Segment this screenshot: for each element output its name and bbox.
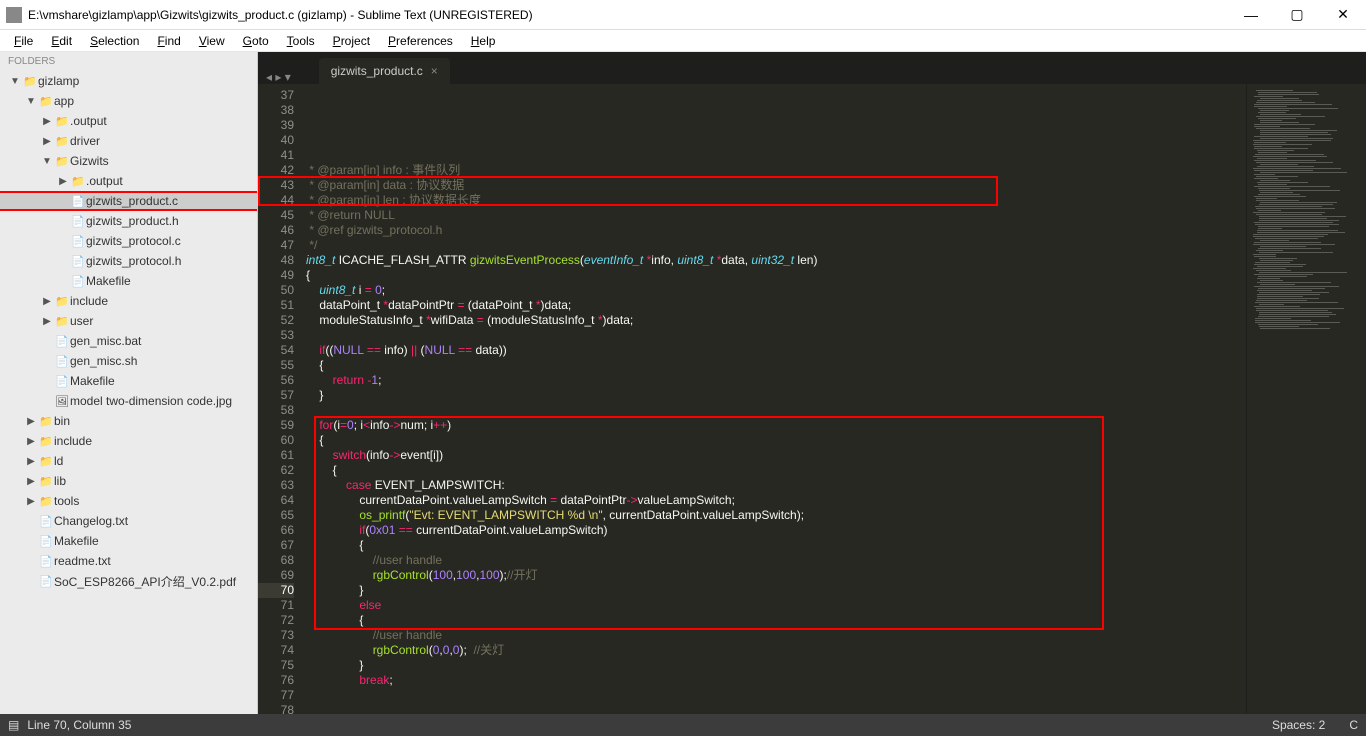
statusbar: ▤ Line 70, Column 35 Spaces: 2 C: [0, 714, 1366, 736]
menu-file[interactable]: File: [8, 32, 39, 50]
tab-active[interactable]: gizwits_product.c ×: [319, 58, 450, 84]
tab-label: gizwits_product.c: [331, 64, 423, 78]
tab-nav[interactable]: ◂ ▸ ▾: [258, 70, 299, 84]
tree-item[interactable]: ▼📁app: [0, 91, 257, 111]
tree-item[interactable]: 📄Makefile: [0, 371, 257, 391]
menu-tools[interactable]: Tools: [281, 32, 321, 50]
tree-item[interactable]: ▶📁user: [0, 311, 257, 331]
status-indentation[interactable]: Spaces: 2: [1272, 718, 1325, 732]
menu-find[interactable]: Find: [151, 32, 186, 50]
code-area[interactable]: * @param[in] info : 事件队列 * @param[in] da…: [306, 84, 1246, 714]
tree-item[interactable]: ▶📁bin: [0, 411, 257, 431]
titlebar: E:\vmshare\gizlamp\app\Gizwits\gizwits_p…: [0, 0, 1366, 30]
tree-item[interactable]: ▼📁Gizwits: [0, 151, 257, 171]
sidebar-toggle-icon[interactable]: ▤: [8, 718, 19, 732]
tab-bar: ◂ ▸ ▾ gizwits_product.c ×: [258, 52, 1366, 84]
tree-item[interactable]: ▶📁lib: [0, 471, 257, 491]
tree-item[interactable]: 📄gizwits_product.c: [0, 191, 258, 211]
tree-item[interactable]: ▶📁include: [0, 431, 257, 451]
tree-item[interactable]: ▶📁include: [0, 291, 257, 311]
editor: ◂ ▸ ▾ gizwits_product.c × 37383940414243…: [258, 52, 1366, 714]
menubar: File Edit Selection Find View Goto Tools Projec…: [0, 30, 1366, 52]
minimap[interactable]: [1246, 84, 1366, 714]
tree-item[interactable]: 📄SoC_ESP8266_API介绍_V0.2.pdf: [0, 571, 257, 591]
menu-view[interactable]: View: [193, 32, 231, 50]
status-syntax[interactable]: C: [1349, 718, 1358, 732]
tree-item[interactable]: 📄Changelog.txt: [0, 511, 257, 531]
menu-goto[interactable]: Goto: [237, 32, 275, 50]
menu-help[interactable]: Help: [465, 32, 502, 50]
tree-item[interactable]: ▶📁.output: [0, 171, 257, 191]
menu-selection[interactable]: Selection: [84, 32, 145, 50]
tree-item[interactable]: ▶📁ld: [0, 451, 257, 471]
sidebar-header: FOLDERS: [0, 52, 257, 71]
minimize-button[interactable]: —: [1228, 0, 1274, 30]
tree-item[interactable]: 📄Makefile: [0, 531, 257, 551]
window-title: E:\vmshare\gizlamp\app\Gizwits\gizwits_p…: [28, 8, 1228, 22]
tree-item[interactable]: ▼📁gizlamp: [0, 71, 257, 91]
tree-item[interactable]: 📄readme.txt: [0, 551, 257, 571]
tree-item[interactable]: ▶📁tools: [0, 491, 257, 511]
sidebar[interactable]: FOLDERS ▼📁gizlamp▼📁app▶📁.output▶📁driver▼…: [0, 52, 258, 714]
tree-item[interactable]: 📄gizwits_protocol.c: [0, 231, 257, 251]
status-position[interactable]: Line 70, Column 35: [27, 718, 131, 732]
maximize-button[interactable]: ▢: [1274, 0, 1320, 30]
tree-item[interactable]: 📄gizwits_protocol.h: [0, 251, 257, 271]
menu-edit[interactable]: Edit: [45, 32, 78, 50]
tree-item[interactable]: ▶📁driver: [0, 131, 257, 151]
gutter: 3738394041424344454647484950515253545556…: [258, 84, 306, 714]
tree-item[interactable]: ▶📁.output: [0, 111, 257, 131]
tree-item[interactable]: 📄Makefile: [0, 271, 257, 291]
menu-project[interactable]: Project: [327, 32, 376, 50]
tree-item[interactable]: 📄gen_misc.bat: [0, 331, 257, 351]
menu-preferences[interactable]: Preferences: [382, 32, 459, 50]
tree-item[interactable]: 📄gizwits_product.h: [0, 211, 257, 231]
close-button[interactable]: ✕: [1320, 0, 1366, 30]
tree-item[interactable]: 🖼model two-dimension code.jpg: [0, 391, 257, 411]
tab-close-icon[interactable]: ×: [431, 64, 438, 78]
app-icon: [6, 7, 22, 23]
tree-item[interactable]: 📄gen_misc.sh: [0, 351, 257, 371]
